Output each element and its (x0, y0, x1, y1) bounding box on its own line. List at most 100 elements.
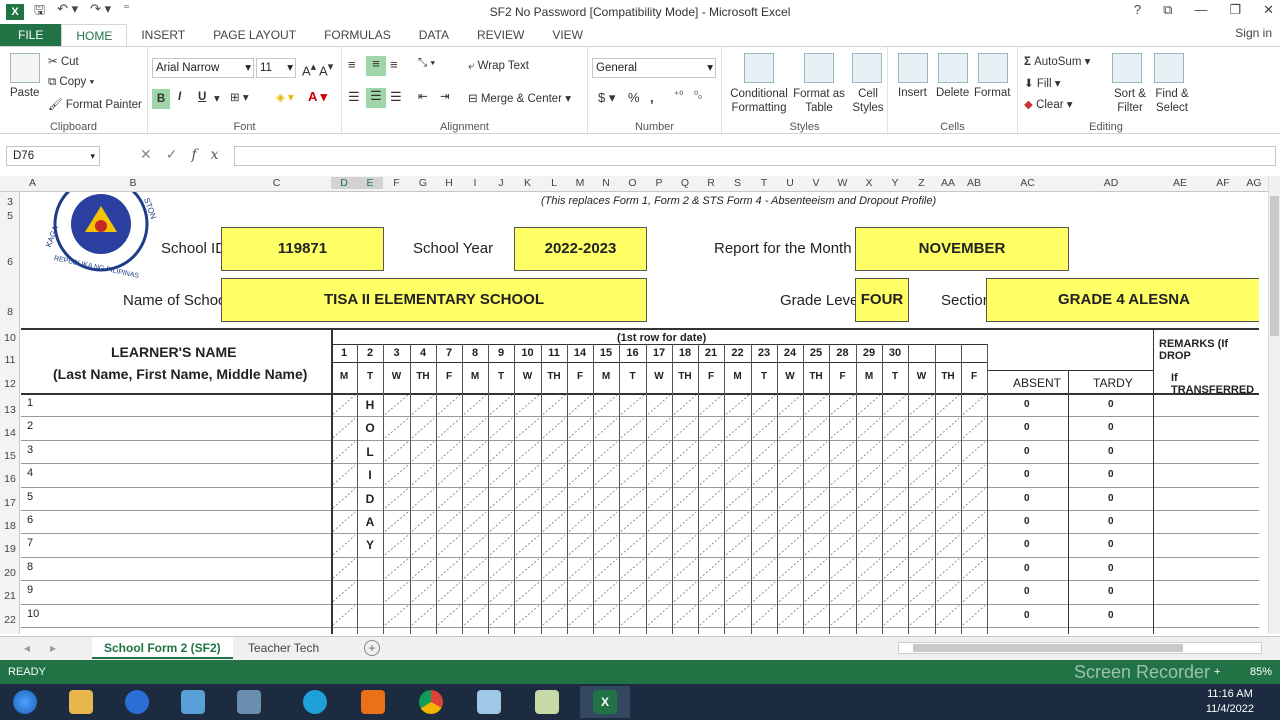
bold-button[interactable]: B (152, 89, 170, 109)
column-header-A[interactable]: A (21, 177, 44, 189)
column-header-Q[interactable]: Q (672, 177, 698, 189)
italic-button[interactable]: I (178, 91, 181, 103)
font-name-dropdown[interactable]: Arial Narrow ▾ (152, 58, 254, 78)
horizontal-scroll-thumb[interactable] (913, 644, 1183, 652)
start-button[interactable] (0, 686, 50, 718)
bottom-align-icon[interactable]: ≡ (390, 57, 398, 72)
autosum-button[interactable]: Σ AutoSum ▾ (1024, 54, 1090, 68)
media-app-icon[interactable] (348, 686, 398, 718)
column-header-G[interactable]: G (410, 177, 436, 189)
column-header-M[interactable]: M (567, 177, 593, 189)
redo-icon[interactable]: ↷ ▾ (90, 1, 111, 23)
row-header-11[interactable]: 11 (0, 354, 20, 366)
phone-app-icon[interactable] (112, 686, 162, 718)
fill-button[interactable]: ⬇ Fill ▾ (1024, 76, 1061, 90)
column-header-AB[interactable]: AB (961, 177, 987, 189)
name-box[interactable]: D76 ▾ (6, 146, 100, 166)
row-header-21[interactable]: 21 (0, 590, 20, 602)
column-header-D[interactable]: D (331, 177, 357, 189)
close-button[interactable]: ✕ (1263, 2, 1274, 18)
row-header-6[interactable]: 6 (0, 256, 20, 268)
sheet-tab-teacher-tech[interactable]: Teacher Tech (236, 637, 331, 659)
minimize-button[interactable]: — (1194, 2, 1207, 18)
font-color-icon[interactable]: A ▾ (308, 89, 327, 105)
number-format-dropdown[interactable]: General ▾ (592, 58, 716, 78)
format-as-table-button[interactable]: Format as Table (790, 87, 848, 115)
column-header-Y[interactable]: Y (882, 177, 908, 189)
tab-view[interactable]: VIEW (538, 24, 597, 46)
row-header-14[interactable]: 14 (0, 427, 20, 439)
chrome-browser-icon[interactable] (406, 686, 456, 718)
column-header-U[interactable]: U (777, 177, 803, 189)
format-painter-button[interactable]: 🖌 Format Painter (48, 97, 142, 111)
column-header-R[interactable]: R (698, 177, 724, 189)
comma-button[interactable]: , (650, 90, 654, 105)
horizontal-scrollbar[interactable] (898, 642, 1262, 654)
tab-formulas[interactable]: FORMULAS (310, 24, 405, 46)
section-value[interactable]: GRADE 4 ALESNA (986, 278, 1259, 322)
cancel-icon[interactable]: ✕ (140, 146, 166, 162)
grade-level-value[interactable]: FOUR (855, 278, 909, 322)
align-right-icon[interactable]: ☰ (390, 89, 402, 105)
tab-review[interactable]: REVIEW (463, 24, 538, 46)
column-header-AA[interactable]: AA (935, 177, 961, 189)
school-id-value[interactable]: 119871 (221, 227, 384, 271)
row-header-8[interactable]: 8 (0, 306, 20, 318)
notes-app-icon[interactable] (464, 686, 514, 718)
undo-icon[interactable]: ↶ ▾ (57, 1, 78, 23)
format-button[interactable]: Format (974, 87, 1010, 99)
row-header-16[interactable]: 16 (0, 473, 20, 485)
column-header-S[interactable]: S (724, 177, 751, 189)
increase-decimal-icon[interactable]: ⁺⁰ (674, 90, 683, 101)
row-header-15[interactable]: 15 (0, 450, 20, 462)
vertical-scrollbar[interactable] (1268, 176, 1280, 634)
find-select-button[interactable]: Find & Select (1152, 87, 1192, 115)
row-header-20[interactable]: 20 (0, 567, 20, 579)
remote-desktop-icon[interactable] (224, 686, 274, 718)
insert-button[interactable]: Insert (898, 87, 927, 99)
row-header-18[interactable]: 18 (0, 520, 20, 532)
align-center-icon[interactable]: ☰ (366, 88, 386, 108)
report-month-value[interactable]: NOVEMBER (855, 227, 1069, 271)
customize-qat-icon[interactable]: ⁼ (123, 1, 130, 23)
column-header-L[interactable]: L (541, 177, 567, 189)
edge-browser-icon[interactable] (290, 686, 340, 718)
ribbon-display-button[interactable]: ⧉ (1163, 2, 1172, 18)
row-header-22[interactable]: 22 (0, 614, 20, 626)
sheet-tab-sf2[interactable]: School Form 2 (SF2) (92, 637, 233, 659)
worksheet-grid[interactable]: KAGA STON REPUBLIKA NG PILIPINAS (This r… (21, 192, 1259, 634)
enter-icon[interactable]: ✓ (166, 146, 192, 162)
new-sheet-icon[interactable]: + (364, 640, 380, 656)
column-header-K[interactable]: K (514, 177, 541, 189)
column-header-I[interactable]: I (462, 177, 488, 189)
file-explorer-icon[interactable] (56, 686, 106, 718)
help-button[interactable]: ? (1134, 2, 1141, 18)
middle-align-icon[interactable]: ≡ (366, 56, 386, 76)
column-header-AC[interactable]: AC (987, 177, 1068, 189)
font-size-dropdown[interactable]: 11 ▾ (256, 58, 296, 78)
excel-taskbar-icon[interactable]: X (580, 686, 630, 718)
column-header-N[interactable]: N (593, 177, 619, 189)
column-header-V[interactable]: V (803, 177, 829, 189)
vertical-scroll-thumb[interactable] (1270, 196, 1279, 336)
font-grow-shrink-buttons[interactable]: A▴ A▾ (302, 60, 333, 78)
column-header-AG[interactable]: AG (1240, 177, 1268, 189)
tab-file[interactable]: FILE (0, 24, 62, 46)
sign-in-link[interactable]: Sign in (1235, 26, 1272, 40)
row-header-17[interactable]: 17 (0, 497, 20, 509)
column-header-AF[interactable]: AF (1206, 177, 1240, 189)
zoom-level[interactable]: 85% (1250, 660, 1272, 684)
column-header-P[interactable]: P (646, 177, 672, 189)
paint-app-icon[interactable] (522, 686, 572, 718)
control-panel-icon[interactable] (168, 686, 218, 718)
align-left-icon[interactable]: ☰ (348, 89, 360, 105)
column-header-B[interactable]: B (44, 177, 222, 189)
delete-button[interactable]: Delete (936, 87, 969, 99)
column-header-F[interactable]: F (383, 177, 410, 189)
tab-data[interactable]: DATA (405, 24, 463, 46)
tab-insert[interactable]: INSERT (127, 24, 199, 46)
column-header-J[interactable]: J (488, 177, 514, 189)
column-header-E[interactable]: E (357, 177, 383, 189)
tab-page-layout[interactable]: PAGE LAYOUT (199, 24, 310, 46)
column-header-Z[interactable]: Z (908, 177, 935, 189)
